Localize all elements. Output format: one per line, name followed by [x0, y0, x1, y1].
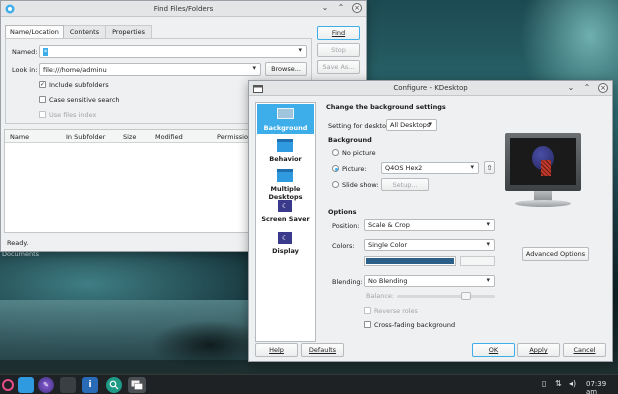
clock[interactable]: 07:39 am — [586, 380, 618, 394]
include-subfolders-label: Include subfolders — [49, 81, 109, 89]
config-window-titlebar[interactable]: Configure - KDesktop ⌄ ⌃ × — [249, 81, 612, 96]
slide-show-label: Slide show: — [342, 181, 379, 189]
browser-icon[interactable]: ✎ — [38, 377, 54, 393]
reverse-roles-label: Reverse roles — [374, 307, 418, 315]
monitor-preview — [505, 133, 581, 211]
setup-button: Setup... — [381, 178, 429, 191]
ok-button[interactable]: OK — [472, 343, 515, 357]
sidebar-item-behavior[interactable]: Behavior — [257, 137, 314, 167]
picture-label: Picture: — [342, 165, 367, 173]
secondary-color-button — [460, 256, 495, 266]
background-heading: Background — [328, 136, 372, 144]
column-header[interactable]: In Subfolder — [66, 133, 105, 141]
colors-select[interactable]: Single Color — [364, 239, 495, 251]
close-icon[interactable]: × — [598, 83, 608, 93]
windows-icon[interactable] — [128, 377, 146, 393]
monitor-icon — [277, 108, 294, 119]
taskbar: ✎ i ▯ ⇅ ◂) 07:39 am — [0, 374, 618, 394]
apply-button[interactable]: Apply — [517, 343, 560, 357]
cancel-button[interactable]: Cancel — [563, 343, 606, 357]
browse-button[interactable]: Browse... — [265, 62, 307, 76]
tab-properties[interactable]: Properties — [106, 25, 152, 38]
cross-fading-checkbox[interactable] — [364, 321, 371, 328]
find-window-titlebar[interactable]: Find Files/Folders ⌄ ⌃ × — [1, 1, 366, 17]
upload-icon: ⇧ — [486, 163, 493, 172]
sidebar-item-display[interactable]: ☾ Display — [257, 230, 314, 260]
position-select[interactable]: Scale & Crop — [364, 219, 495, 231]
setting-for-select[interactable]: All Desktops — [386, 119, 437, 131]
upload-picture-button[interactable]: ⇧ — [484, 161, 495, 174]
tab-contents[interactable]: Contents — [63, 25, 107, 38]
page-title: Change the background settings — [326, 103, 446, 111]
network-icon[interactable]: ⇅ — [555, 379, 562, 388]
close-icon[interactable]: × — [352, 3, 362, 13]
clipboard-icon[interactable]: ▯ — [542, 379, 546, 388]
wallpaper-preview — [510, 138, 576, 185]
configure-kdesktop-window: Configure - KDesktop ⌄ ⌃ × Background Be… — [248, 80, 613, 362]
find-window-title: Find Files/Folders — [153, 4, 214, 13]
use-files-index-checkbox — [39, 111, 46, 118]
named-label: Named: — [12, 48, 38, 56]
look-in-input[interactable]: file:///home/adminu — [39, 63, 261, 76]
picture-radio[interactable] — [332, 165, 339, 172]
position-label: Position: — [332, 222, 360, 230]
column-header[interactable]: Modified — [155, 133, 183, 141]
maximize-icon[interactable]: ⌃ — [582, 83, 592, 93]
blending-label: Blending: — [332, 278, 363, 286]
named-input[interactable]: * — [39, 45, 307, 58]
multiple-desktops-icon — [277, 169, 293, 182]
find-button[interactable]: Find — [317, 26, 360, 40]
help-button[interactable]: Help — [255, 343, 298, 357]
search-icon[interactable] — [106, 377, 122, 393]
setting-for-label: Setting for desktop: — [328, 122, 393, 130]
column-header[interactable]: Permission — [217, 133, 252, 141]
defaults-button[interactable]: Defaults — [301, 343, 344, 357]
slide-show-radio[interactable] — [332, 181, 339, 188]
app-logo-icon — [5, 4, 15, 14]
sidebar-item-background[interactable]: Background — [257, 104, 314, 134]
q4os-logo-icon[interactable] — [0, 377, 16, 393]
options-heading: Options — [328, 208, 357, 216]
use-files-index-label: Use files index — [49, 111, 97, 119]
look-in-label: Look in: — [12, 66, 38, 74]
reverse-roles-checkbox — [364, 307, 371, 314]
color-swatch — [366, 258, 454, 264]
folder-icon[interactable] — [18, 377, 34, 393]
blending-select[interactable]: No Blending — [364, 275, 495, 287]
column-header[interactable]: Name — [10, 133, 29, 141]
column-header[interactable]: Size — [123, 133, 136, 141]
case-sensitive-label: Case sensitive search — [49, 96, 120, 104]
colors-label: Colors: — [332, 242, 355, 250]
display-icon: ☾ — [278, 232, 292, 244]
window-menu-icon[interactable] — [253, 84, 263, 94]
terminal-icon[interactable] — [60, 377, 76, 393]
save-as-button: Save As... — [317, 60, 360, 74]
status-text: Ready. — [7, 239, 29, 247]
primary-color-button[interactable] — [364, 256, 456, 266]
config-sidebar: Background Behavior Multiple Desktops ☾ … — [255, 102, 316, 342]
config-window-title: Configure - KDesktop — [393, 84, 468, 92]
no-picture-radio[interactable] — [332, 149, 339, 156]
sidebar-item-multiple-desktops[interactable]: Multiple Desktops — [257, 167, 314, 201]
advanced-options-button[interactable]: Advanced Options — [522, 247, 589, 261]
balance-slider-handle — [461, 292, 471, 300]
info-icon[interactable]: i — [82, 377, 98, 393]
sidebar-item-screen-saver[interactable]: ☾ Screen Saver — [257, 198, 314, 228]
maximize-icon[interactable]: ⌃ — [336, 3, 346, 13]
minimize-icon[interactable]: ⌄ — [566, 83, 576, 93]
balance-slider — [397, 292, 495, 300]
screen-saver-icon: ☾ — [278, 200, 292, 212]
tab-name-location[interactable]: Name/Location — [5, 25, 64, 38]
no-picture-label: No picture — [342, 149, 376, 157]
minimize-icon[interactable]: ⌄ — [320, 3, 330, 13]
desktop-behavior-icon — [277, 139, 293, 152]
stop-button: Stop — [317, 43, 360, 57]
cross-fading-label: Cross-fading background — [374, 321, 456, 329]
picture-select[interactable]: Q4OS Hex2 — [381, 162, 479, 174]
balance-label: Balance: — [366, 292, 395, 300]
case-sensitive-checkbox[interactable] — [39, 96, 46, 103]
volume-icon[interactable]: ◂) — [569, 379, 576, 388]
include-subfolders-checkbox[interactable]: ✓ — [39, 81, 46, 88]
